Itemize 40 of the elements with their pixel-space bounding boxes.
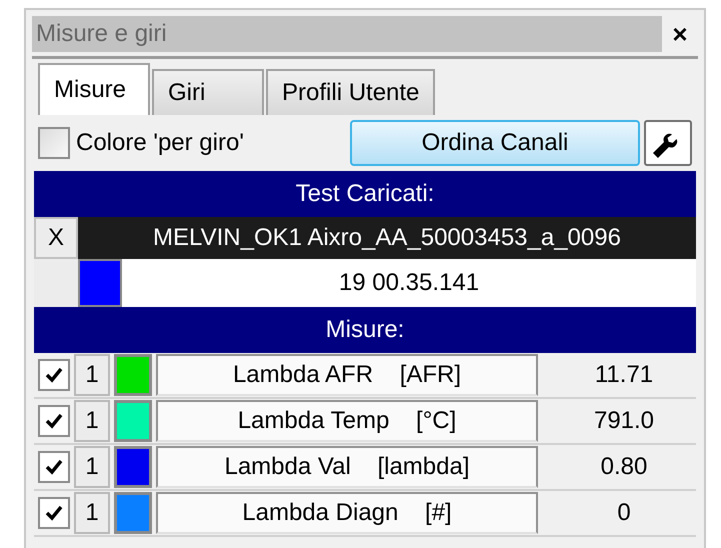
color-swatch[interactable]	[114, 492, 152, 534]
channel-button[interactable]: Lambda Val [lambda]	[156, 446, 538, 488]
section-header: Test Caricati:	[34, 171, 696, 217]
channel-value: 0	[616, 498, 632, 528]
sort-channels-button[interactable]: Ordina Canali	[350, 120, 640, 166]
color-swatch[interactable]	[114, 400, 152, 442]
checkbox[interactable]	[38, 359, 70, 391]
channel-button[interactable]: Lambda Diagn [#]	[156, 492, 538, 534]
lap-button[interactable]: 1	[74, 354, 110, 396]
check-icon	[45, 505, 63, 521]
checkbox[interactable]	[38, 451, 70, 483]
check-icon	[45, 413, 63, 429]
check-icon	[45, 367, 63, 383]
channel-value: 791.0	[592, 406, 656, 436]
test-time: 19 00.35.141	[338, 268, 480, 298]
color-swatch[interactable]	[114, 446, 152, 488]
channel-value: 11.71	[594, 360, 654, 390]
checkbox[interactable]	[38, 127, 70, 159]
checkbox-label: Colore 'per giro'	[76, 128, 244, 158]
tab[interactable]: Misure	[38, 63, 150, 115]
settings-button[interactable]	[644, 120, 692, 166]
check-icon	[45, 459, 63, 475]
lap-button[interactable]: 1	[74, 400, 110, 442]
color-swatch[interactable]	[114, 354, 152, 396]
checkbox[interactable]	[38, 405, 70, 437]
section-header: Misure:	[34, 307, 696, 353]
close-button[interactable]: ×	[662, 16, 698, 52]
channel-button[interactable]: Lambda AFR [AFR]	[156, 354, 538, 396]
tab[interactable]: Giri	[152, 69, 264, 115]
window-title: Misure e giri	[32, 16, 662, 52]
channel-button[interactable]: Lambda Temp [°C]	[156, 400, 538, 442]
remove-test-button[interactable]: X	[34, 217, 78, 259]
checkbox[interactable]	[38, 497, 70, 529]
color-swatch[interactable]	[78, 259, 122, 307]
tab[interactable]: Profili Utente	[266, 69, 436, 115]
lap-button[interactable]: 1	[74, 492, 110, 534]
lap-button[interactable]: 1	[74, 446, 110, 488]
test-name: MELVIN_OK1 Aixro_AA_50003453_a_0096	[152, 223, 622, 253]
table-cell	[34, 259, 78, 307]
channel-value: 0.80	[600, 452, 648, 482]
